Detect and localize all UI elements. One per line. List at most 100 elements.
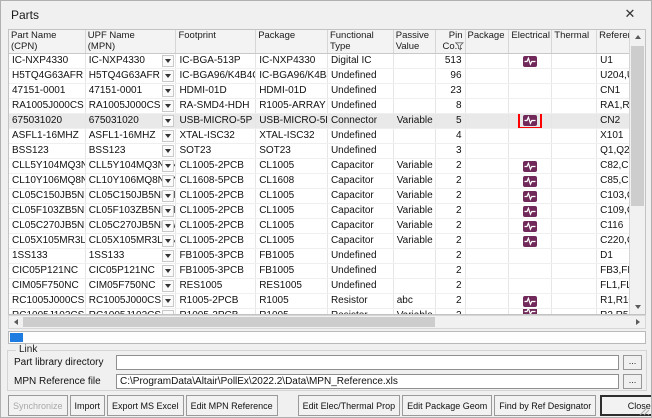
cell-thermal[interactable]	[552, 99, 597, 113]
cell-package[interactable]: CL1005	[256, 234, 328, 248]
table-row[interactable]: CIM05F750NCCIM05F750NCRES1005RES1005Unde…	[9, 279, 629, 294]
mpn-dropdown-button[interactable]	[162, 310, 174, 314]
cell-package[interactable]: CL1005	[256, 204, 328, 218]
column-header-thermal[interactable]: Thermal	[552, 30, 597, 53]
cell-package_geom[interactable]	[466, 159, 510, 173]
column-header-mpn[interactable]: UPF Name (MPN)	[86, 30, 177, 53]
table-row[interactable]: RC1005J000CSRC1005J000CSR1005-2PCBR1005R…	[9, 294, 629, 309]
cell-pin_count[interactable]: 4	[436, 129, 466, 143]
cell-pin_count[interactable]: 2	[436, 264, 466, 278]
cell-mpn[interactable]: CL05C270JB5NNWC	[86, 219, 177, 233]
cell-passive_value[interactable]	[394, 129, 436, 143]
cell-package[interactable]: R1005	[256, 294, 328, 308]
cell-thermal[interactable]	[552, 219, 597, 233]
horizontal-scrollbar-thumb[interactable]	[23, 317, 435, 327]
table-row[interactable]: RC1005J102CSRC1005J102CSR1005-2PCBR1005R…	[9, 309, 629, 314]
cell-functional_type[interactable]: Capacitor	[328, 234, 394, 248]
cell-electrical[interactable]	[509, 69, 552, 83]
cell-package[interactable]: CL1005	[256, 159, 328, 173]
table-row[interactable]: BSS123BSS123SOT23SOT23Undefined3Q1,Q2	[9, 144, 629, 159]
cell-cpn[interactable]: CL05C150JB5NNND	[9, 189, 86, 203]
electrical-prop-icon[interactable]	[523, 161, 537, 172]
cell-package[interactable]: IC-BGA96/K4B4G16	[256, 69, 328, 83]
mpn-dropdown-button[interactable]	[162, 190, 174, 202]
cell-pin_count[interactable]: 513	[436, 54, 466, 68]
cell-reference[interactable]: CN2	[597, 114, 629, 128]
cell-passive_value[interactable]: Variable	[394, 204, 436, 218]
cell-reference[interactable]: R1,R10,	[597, 294, 629, 308]
electrical-prop-icon[interactable]	[523, 221, 537, 232]
cell-mpn[interactable]: CL05C150JB5NNND	[86, 189, 177, 203]
mpn-dropdown-button[interactable]	[162, 160, 174, 172]
cell-functional_type[interactable]: Capacitor	[328, 219, 394, 233]
mpn-dropdown-button[interactable]	[162, 130, 174, 142]
cell-functional_type[interactable]: Undefined	[328, 249, 394, 263]
cell-mpn[interactable]: RA1005J000CS	[86, 99, 177, 113]
cell-thermal[interactable]	[552, 279, 597, 293]
cell-package_geom[interactable]	[466, 294, 510, 308]
cell-cpn[interactable]: CL05C270JB5NNWC	[9, 219, 86, 233]
cell-mpn[interactable]: CL10Y106MQ8NRNC	[86, 174, 177, 188]
cell-pin_count[interactable]: 23	[436, 84, 466, 98]
cell-functional_type[interactable]: Capacitor	[328, 204, 394, 218]
cell-electrical[interactable]	[509, 309, 552, 314]
cell-passive_value[interactable]	[394, 264, 436, 278]
cell-thermal[interactable]	[552, 84, 597, 98]
cell-footprint[interactable]: CL1005-2PCB	[176, 204, 256, 218]
table-row[interactable]: RA1005J000CSRA1005J000CSRA-SMD4-HDHR1005…	[9, 99, 629, 114]
cell-footprint[interactable]: CL1005-2PCB	[176, 234, 256, 248]
mpn-dropdown-button[interactable]	[162, 85, 174, 97]
title-bar[interactable]: Parts ✕	[1, 1, 651, 28]
cell-package_geom[interactable]	[466, 249, 510, 263]
cell-mpn[interactable]: IC-NXP4330	[86, 54, 177, 68]
cell-functional_type[interactable]: Connector	[328, 114, 394, 128]
cell-thermal[interactable]	[552, 189, 597, 203]
column-header-footprint[interactable]: Footprint	[176, 30, 256, 53]
cell-package[interactable]: CL1005	[256, 189, 328, 203]
cell-functional_type[interactable]: Undefined	[328, 129, 394, 143]
cell-mpn[interactable]: CL05F103ZB5NNNC	[86, 204, 177, 218]
mpn-dropdown-button[interactable]	[162, 115, 174, 127]
cell-footprint[interactable]: IC-BGA-513P	[176, 54, 256, 68]
cell-package_geom[interactable]	[466, 114, 510, 128]
column-header-package_geom[interactable]: Package	[466, 30, 510, 53]
browse-mpn-reference-button[interactable]: ...	[623, 374, 642, 389]
cell-footprint[interactable]: CL1005-2PCB	[176, 219, 256, 233]
cell-reference[interactable]: C116	[597, 219, 629, 233]
cell-electrical[interactable]	[509, 279, 552, 293]
close-icon[interactable]: ✕	[611, 3, 649, 25]
cell-cpn[interactable]: IC-NXP4330	[9, 54, 86, 68]
cell-mpn[interactable]: 675031020	[86, 114, 177, 128]
cell-pin_count[interactable]: 2	[436, 249, 466, 263]
column-header-electrical[interactable]: Electrical	[509, 30, 552, 53]
column-header-functional_type[interactable]: Functional Type	[328, 30, 394, 53]
cell-cpn[interactable]: RC1005J000CS	[9, 294, 86, 308]
cell-package[interactable]: XTAL-ISC32	[256, 129, 328, 143]
mpn-dropdown-button[interactable]	[162, 220, 174, 232]
cell-passive_value[interactable]	[394, 144, 436, 158]
cell-footprint[interactable]: IC-BGA96/K4B4G16	[176, 69, 256, 83]
cell-electrical[interactable]	[509, 294, 552, 308]
cell-pin_count[interactable]: 2	[436, 294, 466, 308]
cell-passive_value[interactable]: Variable	[394, 114, 436, 128]
cell-thermal[interactable]	[552, 159, 597, 173]
cell-package[interactable]: CL1608	[256, 174, 328, 188]
cell-passive_value[interactable]: Variable	[394, 189, 436, 203]
cell-cpn[interactable]: 1SS133	[9, 249, 86, 263]
cell-electrical[interactable]	[509, 84, 552, 98]
cell-cpn[interactable]: ASFL1-16MHZ	[9, 129, 86, 143]
cell-functional_type[interactable]: Resistor	[328, 294, 394, 308]
cell-footprint[interactable]: R1005-2PCB	[176, 309, 256, 314]
cell-reference[interactable]: CN1	[597, 84, 629, 98]
electrical-prop-icon[interactable]	[523, 296, 537, 307]
cell-mpn[interactable]: RC1005J102CS	[86, 309, 177, 314]
cell-electrical[interactable]	[509, 219, 552, 233]
cell-functional_type[interactable]: Capacitor	[328, 159, 394, 173]
cell-mpn[interactable]: H5TQ4G63AFR	[86, 69, 177, 83]
cell-pin_count[interactable]: 2	[436, 204, 466, 218]
table-row[interactable]: ASFL1-16MHZASFL1-16MHZXTAL-ISC32XTAL-ISC…	[9, 129, 629, 144]
cell-electrical[interactable]	[509, 114, 552, 128]
mpn-dropdown-button[interactable]	[162, 55, 174, 67]
cell-thermal[interactable]	[552, 249, 597, 263]
cell-package_geom[interactable]	[466, 84, 510, 98]
